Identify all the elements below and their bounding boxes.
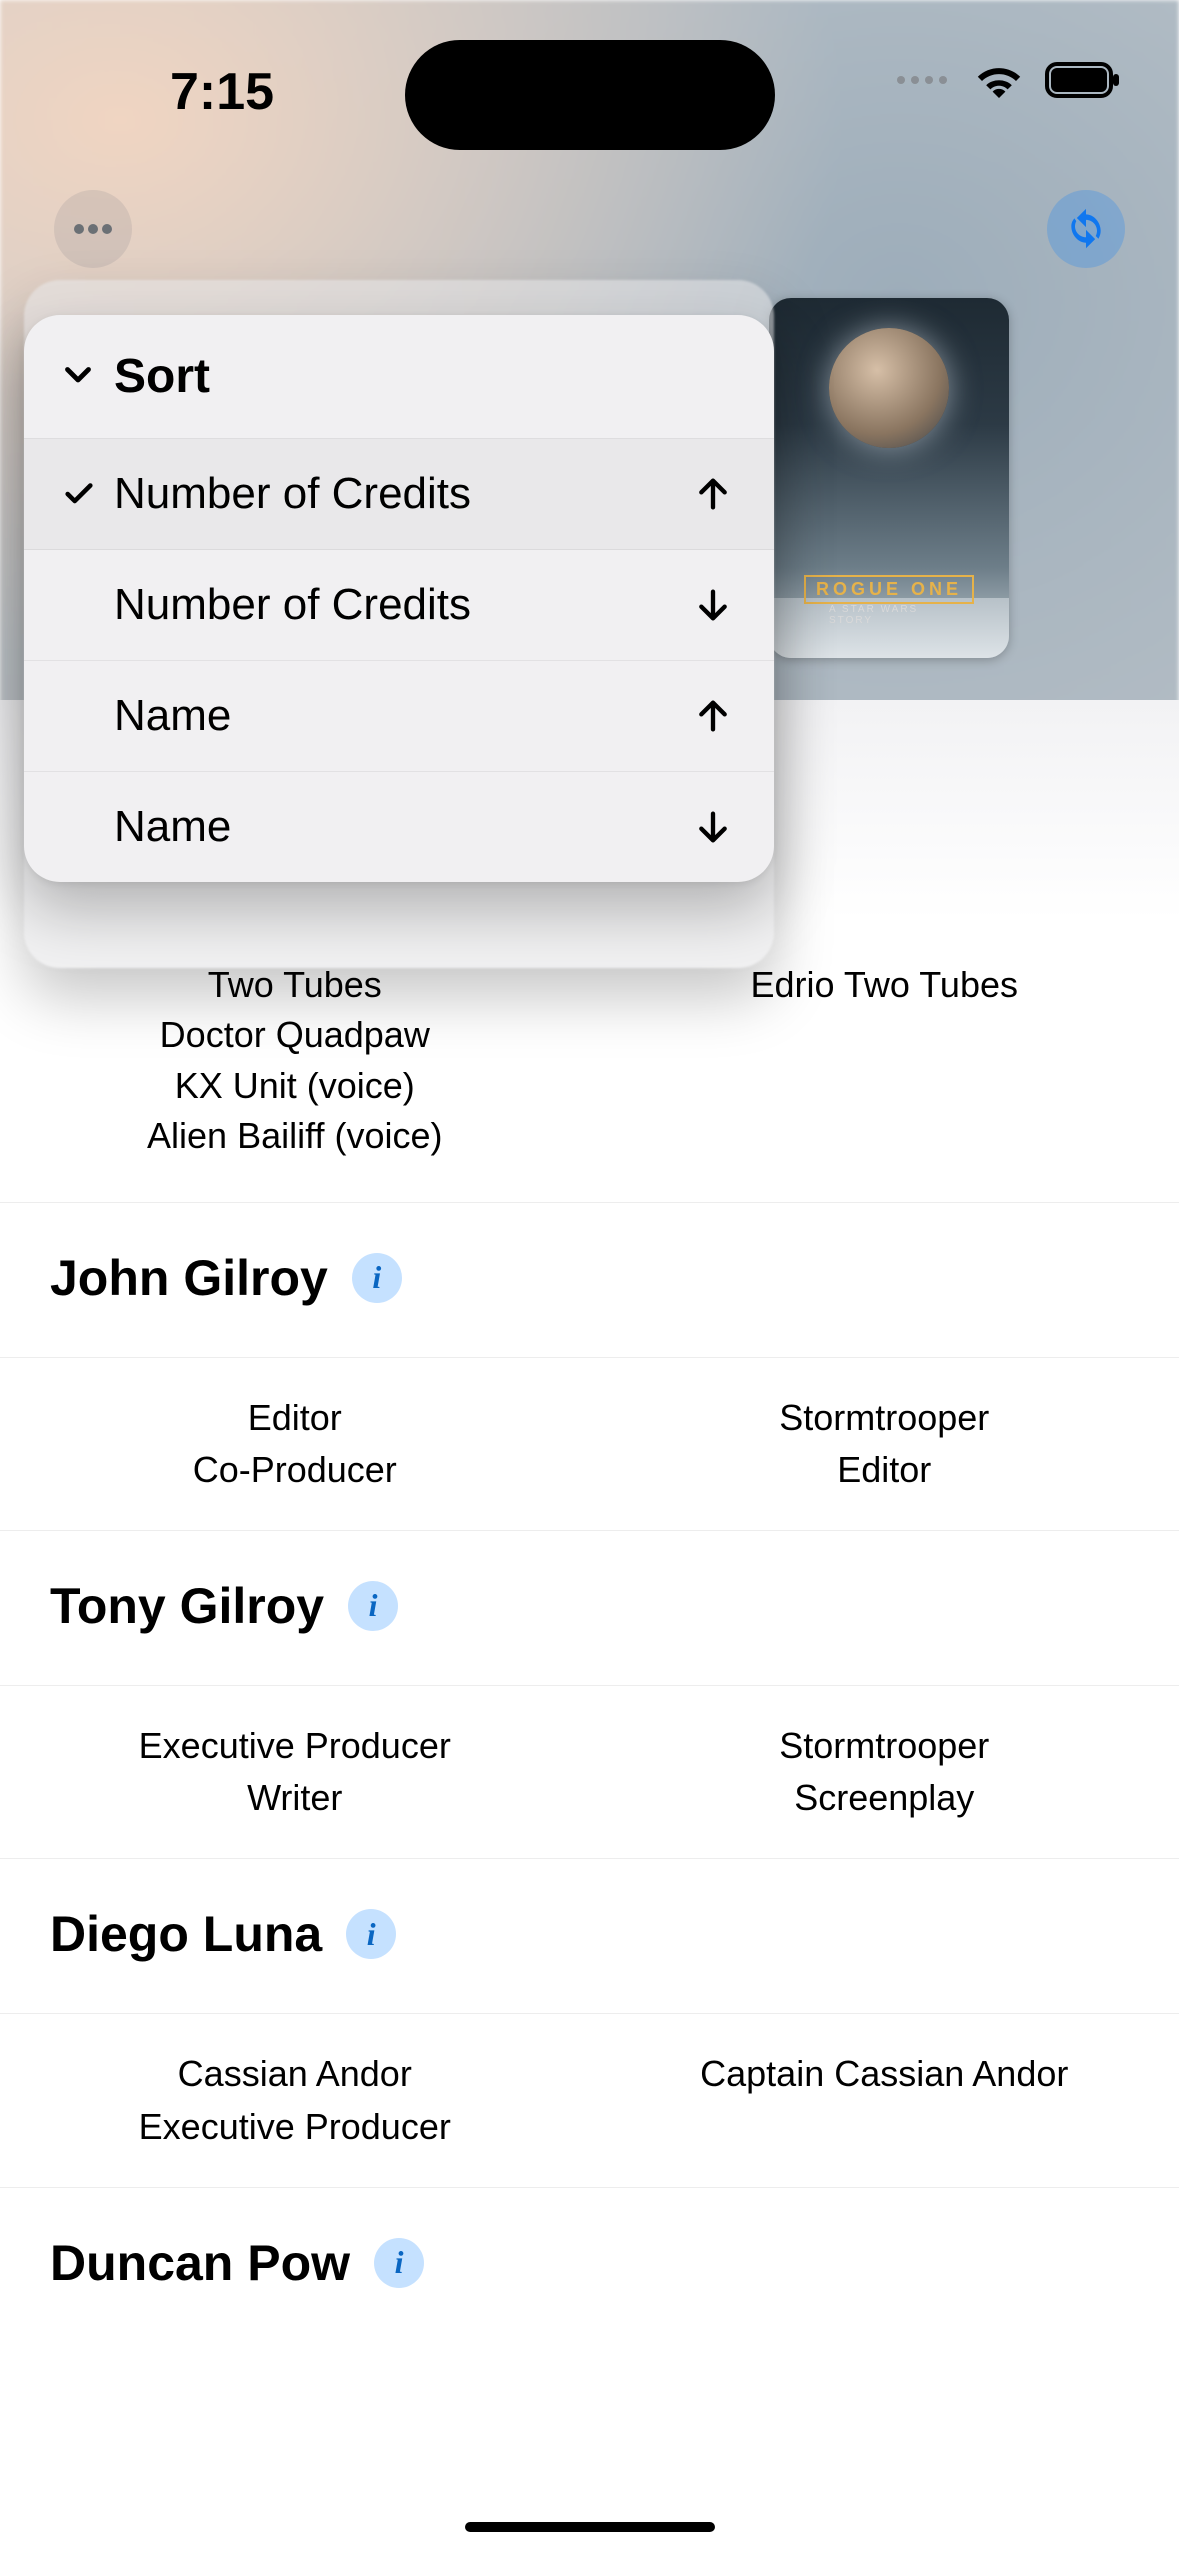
- dynamic-island: [405, 40, 775, 150]
- info-icon: i: [395, 2244, 404, 2281]
- arrow-down-icon: [688, 585, 738, 625]
- info-button[interactable]: i: [348, 1581, 398, 1631]
- credits-right: Stormtrooper Screenplay: [590, 1720, 1179, 1824]
- person-name: Duncan Pow: [50, 2234, 350, 2292]
- status-time: 7:15: [170, 62, 274, 122]
- wifi-icon: [975, 62, 1023, 98]
- credits-left: Executive Producer Writer: [0, 1720, 590, 1824]
- sort-option-name-desc[interactable]: Name: [24, 772, 774, 882]
- person-header[interactable]: Tony Gilroy i: [0, 1531, 1179, 1685]
- sort-option-label: Number of Credits: [104, 580, 688, 630]
- home-indicator[interactable]: [465, 2522, 715, 2532]
- people-list[interactable]: Two Tubes Doctor Quadpaw KX Unit (voice)…: [0, 700, 1179, 2556]
- sort-option-label: Number of Credits: [104, 469, 688, 519]
- sort-option-credits-asc[interactable]: Number of Credits: [24, 439, 774, 550]
- person-section: Duncan Pow i: [0, 2187, 1179, 2342]
- sort-header-label: Sort: [114, 349, 210, 404]
- person-section: Diego Luna i Cassian Andor Executive Pro…: [0, 1858, 1179, 2186]
- chevron-down-icon: [60, 349, 96, 404]
- status-dots-icon: [897, 76, 947, 84]
- partial-credits-right: Edrio Two Tubes: [590, 960, 1179, 1162]
- person-name: Tony Gilroy: [50, 1577, 324, 1635]
- credits-right: Stormtrooper Editor: [590, 1392, 1179, 1496]
- checkmark-icon: [54, 477, 104, 511]
- info-icon: i: [367, 1916, 376, 1953]
- sort-popover: Sort Number of Credits Number of Credits…: [24, 315, 774, 882]
- sort-option-credits-desc[interactable]: Number of Credits: [24, 550, 774, 661]
- arrow-up-icon: [688, 474, 738, 514]
- sort-option-name-asc[interactable]: Name: [24, 661, 774, 772]
- more-button[interactable]: [54, 190, 132, 268]
- credits-right: Captain Cassian Andor: [590, 2048, 1179, 2152]
- person-section: John Gilroy i Editor Co-Producer Stormtr…: [0, 1202, 1179, 1530]
- partial-credits-left: Two Tubes Doctor Quadpaw KX Unit (voice)…: [0, 960, 590, 1162]
- info-button[interactable]: i: [374, 2238, 424, 2288]
- info-icon: i: [372, 1259, 381, 1296]
- poster-title: ROGUE ONE: [804, 575, 974, 604]
- status-right: [897, 62, 1121, 98]
- sort-header[interactable]: Sort: [24, 315, 774, 439]
- person-name: John Gilroy: [50, 1249, 328, 1307]
- person-header[interactable]: Duncan Pow i: [0, 2188, 1179, 2342]
- battery-icon: [1045, 62, 1121, 98]
- credits-left: Cassian Andor Executive Producer: [0, 2048, 590, 2152]
- poster-subtitle: A STAR WARS STORY: [829, 604, 949, 626]
- arrow-down-icon: [688, 807, 738, 847]
- person-section: Tony Gilroy i Executive Producer Writer …: [0, 1530, 1179, 1858]
- person-credits: Editor Co-Producer Stormtrooper Editor: [0, 1357, 1179, 1530]
- arrow-up-icon: [688, 696, 738, 736]
- refresh-button[interactable]: [1047, 190, 1125, 268]
- sort-option-label: Name: [104, 802, 688, 852]
- info-button[interactable]: i: [352, 1253, 402, 1303]
- movie-poster[interactable]: ROGUE ONE A STAR WARS STORY: [769, 298, 1009, 658]
- person-name: Diego Luna: [50, 1905, 322, 1963]
- sort-option-label: Name: [104, 691, 688, 741]
- person-credits: Executive Producer Writer Stormtrooper S…: [0, 1685, 1179, 1858]
- info-button[interactable]: i: [346, 1909, 396, 1959]
- person-header[interactable]: Diego Luna i: [0, 1859, 1179, 2013]
- info-icon: i: [369, 1587, 378, 1624]
- person-header[interactable]: John Gilroy i: [0, 1203, 1179, 1357]
- status-bar: 7:15: [0, 0, 1179, 150]
- credits-left: Editor Co-Producer: [0, 1392, 590, 1496]
- person-credits: Cassian Andor Executive Producer Captain…: [0, 2013, 1179, 2186]
